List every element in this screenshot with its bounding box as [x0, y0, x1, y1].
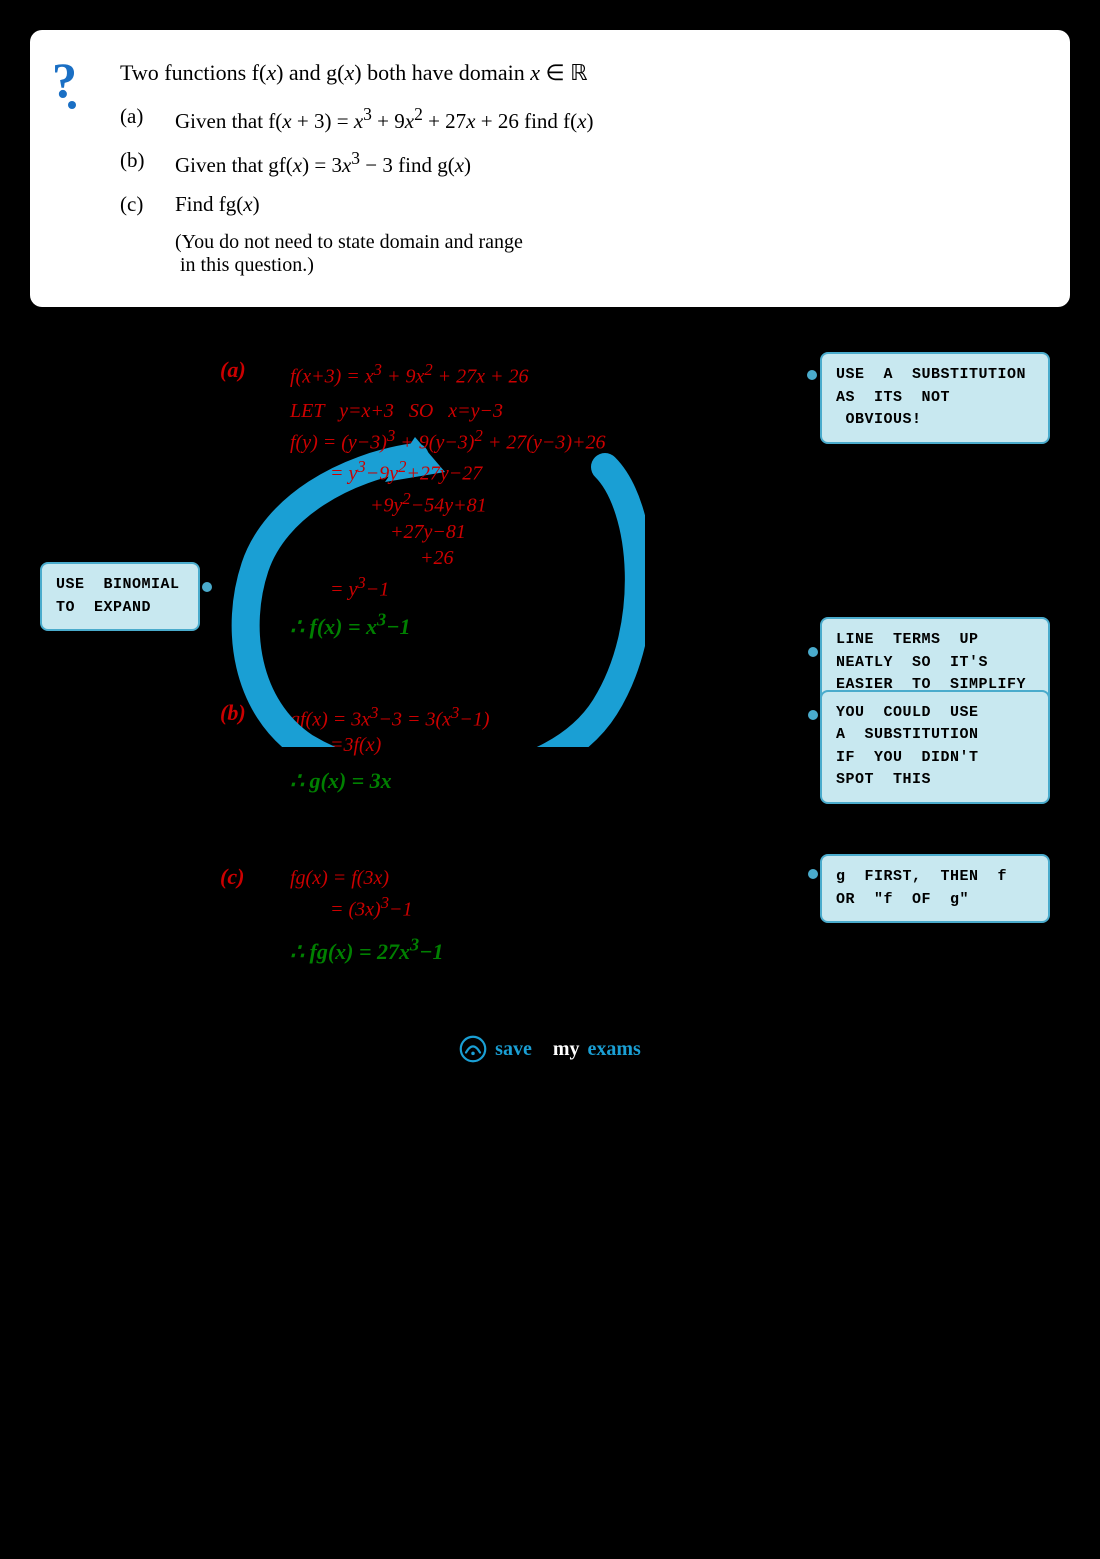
question-box: ? Two functions f(x) and g(x) both have …	[30, 30, 1070, 307]
annotation-fg-order: g FIRST, THEN fOR "f OF g"	[820, 854, 1050, 923]
sol-a-simplified: = y3−1	[330, 573, 1070, 602]
logo-icon	[459, 1035, 487, 1063]
question-note: (You do not need to state domain and ran…	[175, 231, 1030, 277]
question-title: Two functions f(x) and g(x) both have do…	[120, 60, 1030, 86]
question-part-b: (b) Given that gf(x) = 3x3 − 3 find g(x)	[120, 148, 1030, 178]
sol-a-substitution: LET y=x+3 SO x=y−3 f(y) = (y−3)3 + 9(y−3…	[290, 400, 1070, 602]
part-label-a: (a)	[120, 104, 175, 129]
sol-b-answer: ∴ g(x) = 3x	[290, 768, 392, 793]
footer-my: my	[553, 1038, 580, 1061]
sol-a-expand2: +9y2−54y+81	[370, 489, 1070, 518]
svg-text:?: ?	[52, 55, 77, 108]
sol-a-expand1: = y3−9y2+27y−27	[330, 457, 1070, 486]
annotation-binomial-dot	[202, 582, 212, 592]
question-icon: ?	[50, 55, 95, 110]
part-a-content: (a) f(x+3) = x3 + 9x2 + 27x + 26 LET y=x…	[220, 357, 1070, 640]
annotation-b-dot	[808, 710, 818, 720]
sol-a-expand4: +26	[420, 547, 1070, 570]
question-part-a: (a) Given that f(x + 3) = x3 + 9x2 + 27x…	[120, 104, 1030, 134]
solution-area: USE A SUBSTITUTIONAS ITS NOT OBVIOUS! US…	[0, 307, 1100, 1005]
part-label-c: (c)	[120, 192, 175, 217]
question-part-c: (c) Find fg(x)	[120, 192, 1030, 217]
sol-a-answer: ∴ f(x) = x3−1	[290, 614, 411, 639]
sol-label-a: (a)	[220, 357, 290, 392]
solution-part-a: USE A SUBSTITUTIONAS ITS NOT OBVIOUS! US…	[30, 327, 1070, 650]
sol-a-line1: f(x+3) = x3 + 9x2 + 27x + 26	[290, 360, 529, 389]
sol-a-expand3: +27y−81	[390, 521, 1070, 544]
part-text-c: Find fg(x)	[175, 192, 1030, 217]
sol-label-c: (c)	[220, 864, 290, 925]
footer-exams: exams	[588, 1038, 641, 1061]
sol-a-final: ∴ f(x) = x3−1	[290, 609, 1070, 639]
part-label-b: (b)	[120, 148, 175, 173]
footer-logo: save my exams	[30, 1035, 1070, 1063]
sol-c-line2: = (3x)3−1	[330, 893, 413, 922]
part-text-a: Given that f(x + 3) = x3 + 9x2 + 27x + 2…	[175, 104, 1030, 134]
sol-c-answer: ∴ fg(x) = 27x3−1	[290, 939, 444, 964]
footer: save my exams	[0, 1005, 1100, 1093]
sol-a-fy: f(y) = (y−3)3 + 9(y−3)2 + 27(y−3)+26	[290, 426, 1070, 455]
annotation-binomial: USE BINOMIALTO EXPAND	[40, 562, 200, 631]
part-text-b: Given that gf(x) = 3x3 − 3 find g(x)	[175, 148, 1030, 178]
question-content: Two functions f(x) and g(x) both have do…	[120, 60, 1030, 277]
sol-c-lines: fg(x) = f(3x) = (3x)3−1	[290, 864, 413, 925]
sol-c-line1: fg(x) = f(3x)	[290, 867, 413, 890]
sol-a-let: LET y=x+3 SO x=y−3	[290, 400, 1070, 423]
annotation-line-terms-dot	[808, 647, 818, 657]
annotation-substitution-b: YOU COULD USEA SUBSTITUTIONIF YOU DIDN'T…	[820, 690, 1050, 804]
sol-c-final: ∴ fg(x) = 27x3−1	[290, 935, 1070, 965]
footer-save: save	[495, 1038, 532, 1061]
solution-part-c: g FIRST, THEN fOR "f OF g" (c) fg(x) = f…	[30, 844, 1070, 985]
